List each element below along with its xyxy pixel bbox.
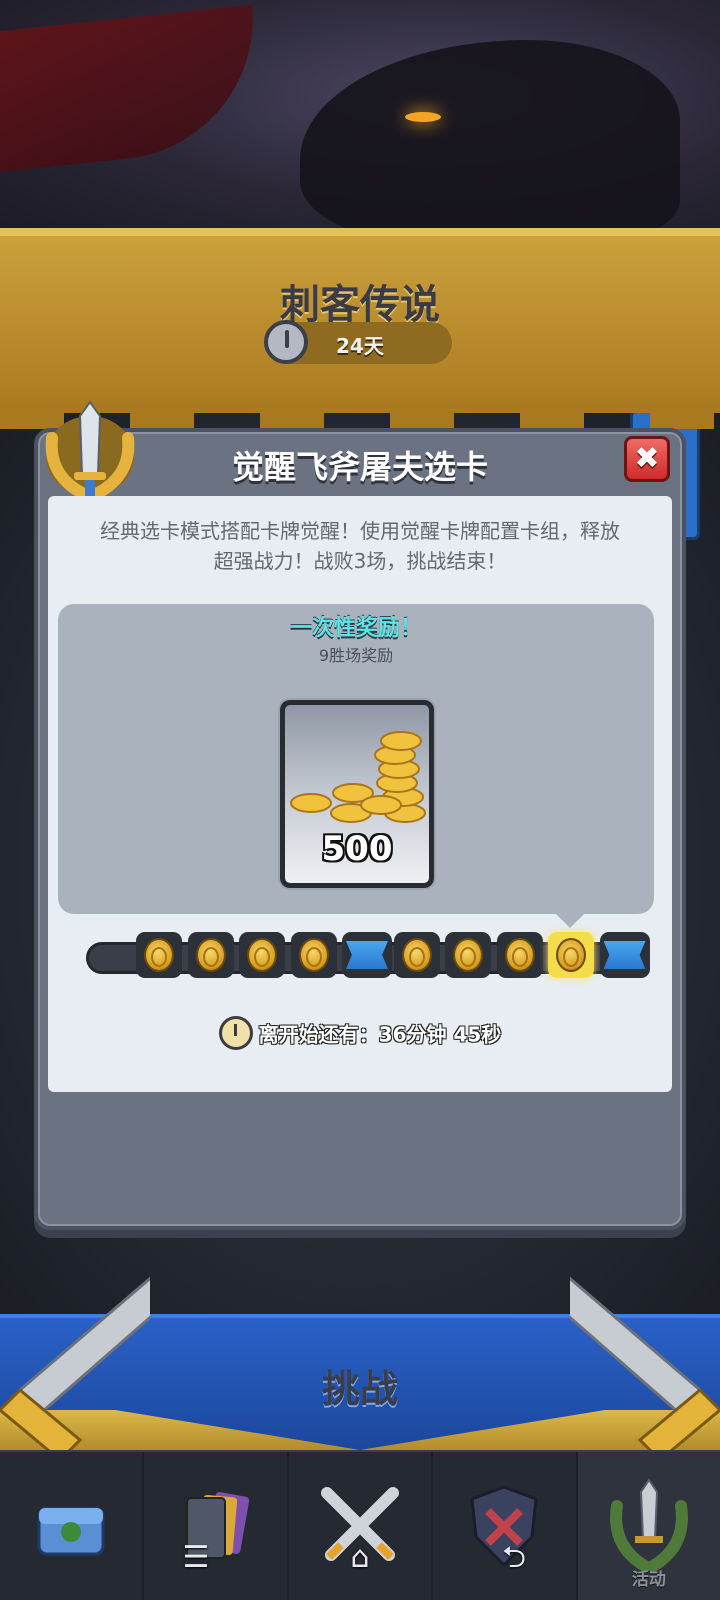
home-icon[interactable]: ⌂ (340, 1538, 380, 1578)
coin-icon (298, 938, 329, 972)
menu-icon[interactable]: ☰ (176, 1538, 216, 1578)
chest-icon (37, 1506, 105, 1556)
coin-icon (504, 938, 535, 972)
progress-coin-node (548, 932, 594, 978)
description-line-1: 经典选卡模式搭配卡牌觉醒！使用觉醒卡牌配置卡组，释放 (100, 519, 620, 543)
progress-coin-node (445, 932, 491, 978)
progress-coin-node (239, 932, 285, 978)
ribbon-icon (346, 941, 388, 969)
event-timer: 24天 (264, 320, 452, 364)
countdown-label: 离开始还有： (258, 1022, 379, 1047)
progress-coin-node (496, 932, 543, 978)
close-button[interactable]: ✖ (624, 436, 670, 482)
event-description: 经典选卡模式搭配卡牌觉醒！使用觉醒卡牌配置卡组，释放 超强战力！战败3场，挑战结… (72, 516, 648, 576)
coin-icon (401, 938, 432, 972)
clock-icon (264, 320, 308, 364)
modal-title: 觉醒飞斧屠夫选卡 (231, 448, 488, 486)
reward-amount: 500 (321, 829, 393, 869)
progress-coin-node (290, 932, 337, 978)
description-line-2: 超强战力！战败3场，挑战结束！ (213, 549, 507, 573)
event-hero-art (0, 0, 720, 240)
gold-reward-card[interactable]: 500 (280, 700, 434, 888)
reward-title: 一次性奖励！ (289, 616, 422, 641)
reward-subtitle: 9胜场奖励 (318, 646, 394, 665)
progress-coin-node (393, 932, 440, 978)
nav-cards[interactable] (144, 1452, 289, 1600)
event-remaining-days: 24天 (336, 334, 384, 358)
dark-horse-silhouette (300, 40, 680, 240)
reward-panel: 一次性奖励！ 9胜场奖励 500 (58, 604, 654, 928)
timer-icon (218, 1016, 253, 1050)
coin-icon (556, 938, 586, 972)
back-icon[interactable]: ⮌ (494, 1538, 534, 1578)
events-laurel-icon (609, 1478, 688, 1572)
nav-events[interactable]: 活动 (577, 1452, 720, 1600)
start-countdown: 离开始还有：36分钟 45秒 (48, 1016, 672, 1050)
coin-icon (144, 938, 174, 972)
progress-ribbon-node (599, 932, 650, 978)
progress-coin-node (187, 932, 234, 978)
event-modal: 觉醒飞斧屠夫选卡 ✖ 经典选卡模式搭配卡牌觉醒！使用觉醒卡牌配置卡组，释放 超强… (34, 400, 686, 1230)
glowing-eye-art (405, 112, 441, 122)
right-sword-icon (570, 1276, 720, 1460)
nav-chest[interactable] (0, 1452, 145, 1600)
event-banner: 刺客传说 24天 (0, 228, 720, 429)
red-cape-art (0, 4, 267, 176)
ribbon-icon (603, 941, 646, 969)
coin-icon (453, 938, 483, 972)
coin-icon (195, 938, 226, 972)
close-icon: ✖ (634, 441, 660, 476)
countdown-time: 36分钟 45秒 (378, 1022, 502, 1047)
progress-coin-node (136, 932, 182, 978)
coin-icon (247, 938, 277, 972)
modal-content: 经典选卡模式搭配卡牌觉醒！使用觉醒卡牌配置卡组，释放 超强战力！战败3场，挑战结… (48, 496, 672, 1092)
nav-events-label: 活动 (631, 1570, 666, 1590)
progress-ribbon-node (342, 932, 392, 978)
left-sword-icon (0, 1276, 150, 1460)
